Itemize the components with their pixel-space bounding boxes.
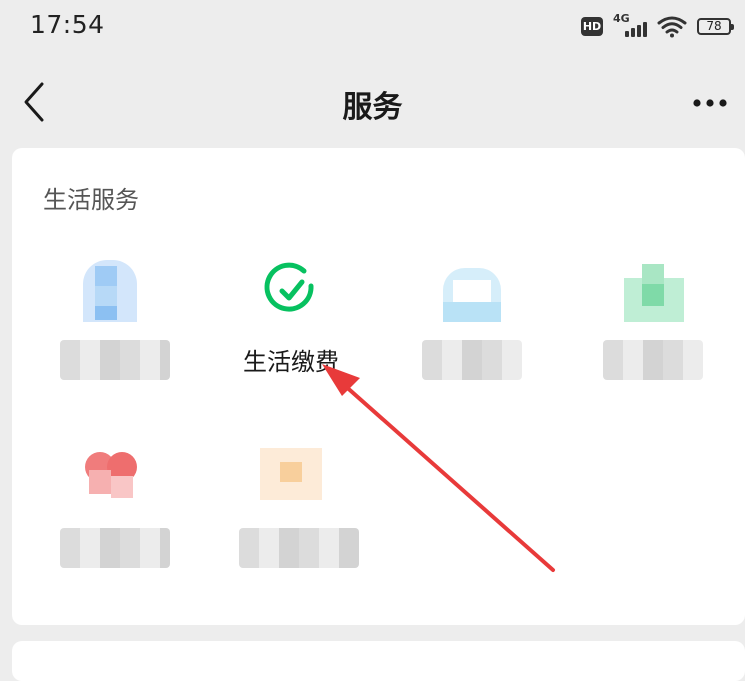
service-item-utility-payment[interactable]: 生活缴费: [201, 260, 381, 410]
life-services-card: 生活服务 生活缴费: [12, 148, 745, 625]
blurred-blue-icon: [79, 260, 141, 322]
status-time: 17:54: [30, 10, 105, 39]
cellular-signal-icon: 4G: [613, 12, 647, 38]
blurred-green-icon: [622, 260, 684, 322]
blurred-red-icon: [79, 448, 141, 510]
item-label-blurred: [422, 340, 522, 380]
battery-icon: 78: [697, 17, 734, 35]
status-icons: HD 4G 78: [581, 12, 734, 40]
more-button[interactable]: [691, 88, 731, 118]
blurred-cyan-icon: [441, 260, 503, 322]
section-title: 生活服务: [43, 186, 139, 214]
battery-level: 78: [706, 19, 722, 33]
service-item-5[interactable]: [20, 448, 200, 598]
more-dots-icon: [693, 99, 727, 107]
nav-bar: 服务: [0, 58, 745, 148]
page-title: 服务: [342, 90, 403, 125]
item-label-blurred: [60, 528, 170, 568]
item-label-blurred: [603, 340, 703, 380]
service-item-3[interactable]: [382, 260, 562, 410]
service-item-1[interactable]: [20, 260, 200, 410]
service-item-6[interactable]: [201, 448, 381, 598]
blurred-orange-icon: [260, 448, 322, 510]
status-bar: 17:54 HD 4G 78: [0, 0, 745, 52]
item-label-blurred: [239, 528, 359, 568]
item-label-blurred: [60, 340, 170, 380]
next-card: [12, 641, 745, 681]
network-type-label: 4G: [613, 12, 630, 25]
check-circle-icon: [260, 260, 322, 322]
hd-icon: HD: [581, 16, 603, 36]
wifi-icon: [657, 16, 687, 38]
item-label: 生活缴费: [243, 348, 339, 376]
service-item-4[interactable]: [563, 260, 743, 410]
